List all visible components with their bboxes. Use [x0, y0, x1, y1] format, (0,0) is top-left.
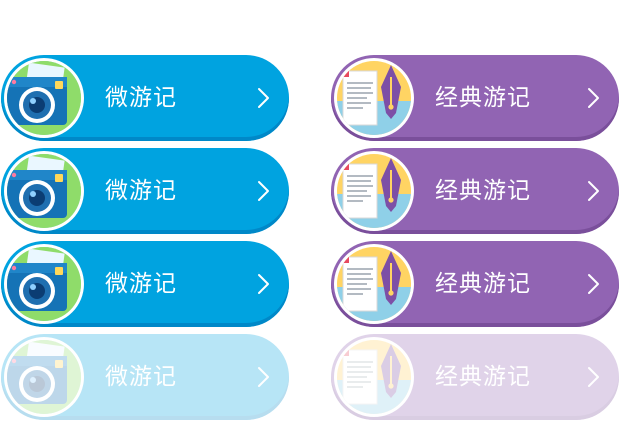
classic-travelogue-button-2[interactable]: 经典游记 [331, 148, 619, 234]
button-label: 微游记 [105, 85, 177, 111]
micro-travelogue-button-3[interactable]: 微游记 [1, 241, 289, 327]
document-pen-icon [333, 243, 415, 325]
classic-travelogue-button-1[interactable]: 经典游记 [331, 55, 619, 141]
button-label: 经典游记 [435, 364, 531, 390]
button-label: 微游记 [105, 364, 177, 390]
micro-travelogue-button-2[interactable]: 微游记 [1, 148, 289, 234]
micro-travelogue-button-4: 微游记 [1, 334, 289, 420]
document-pen-icon [333, 150, 415, 232]
chevron-right-icon [251, 272, 275, 296]
document-pen-icon [333, 336, 415, 418]
micro-travelogue-button-1[interactable]: 微游记 [1, 55, 289, 141]
camera-icon [3, 150, 85, 232]
chevron-right-icon [251, 365, 275, 389]
classic-travelogue-button-4: 经典游记 [331, 334, 619, 420]
chevron-right-icon [581, 179, 605, 203]
button-label: 微游记 [105, 271, 177, 297]
camera-icon [3, 243, 85, 325]
button-grid: 微游记 经典游记 微游记 经典游记 微游记 经典游记 微游记 经典游记 [0, 0, 620, 430]
chevron-right-icon [251, 179, 275, 203]
chevron-right-icon [251, 86, 275, 110]
chevron-right-icon [581, 272, 605, 296]
camera-icon [3, 336, 85, 418]
chevron-right-icon [581, 86, 605, 110]
chevron-right-icon [581, 365, 605, 389]
camera-icon [3, 57, 85, 139]
classic-travelogue-button-3[interactable]: 经典游记 [331, 241, 619, 327]
document-pen-icon [333, 57, 415, 139]
button-label: 经典游记 [435, 85, 531, 111]
button-label: 微游记 [105, 178, 177, 204]
button-label: 经典游记 [435, 271, 531, 297]
button-label: 经典游记 [435, 178, 531, 204]
